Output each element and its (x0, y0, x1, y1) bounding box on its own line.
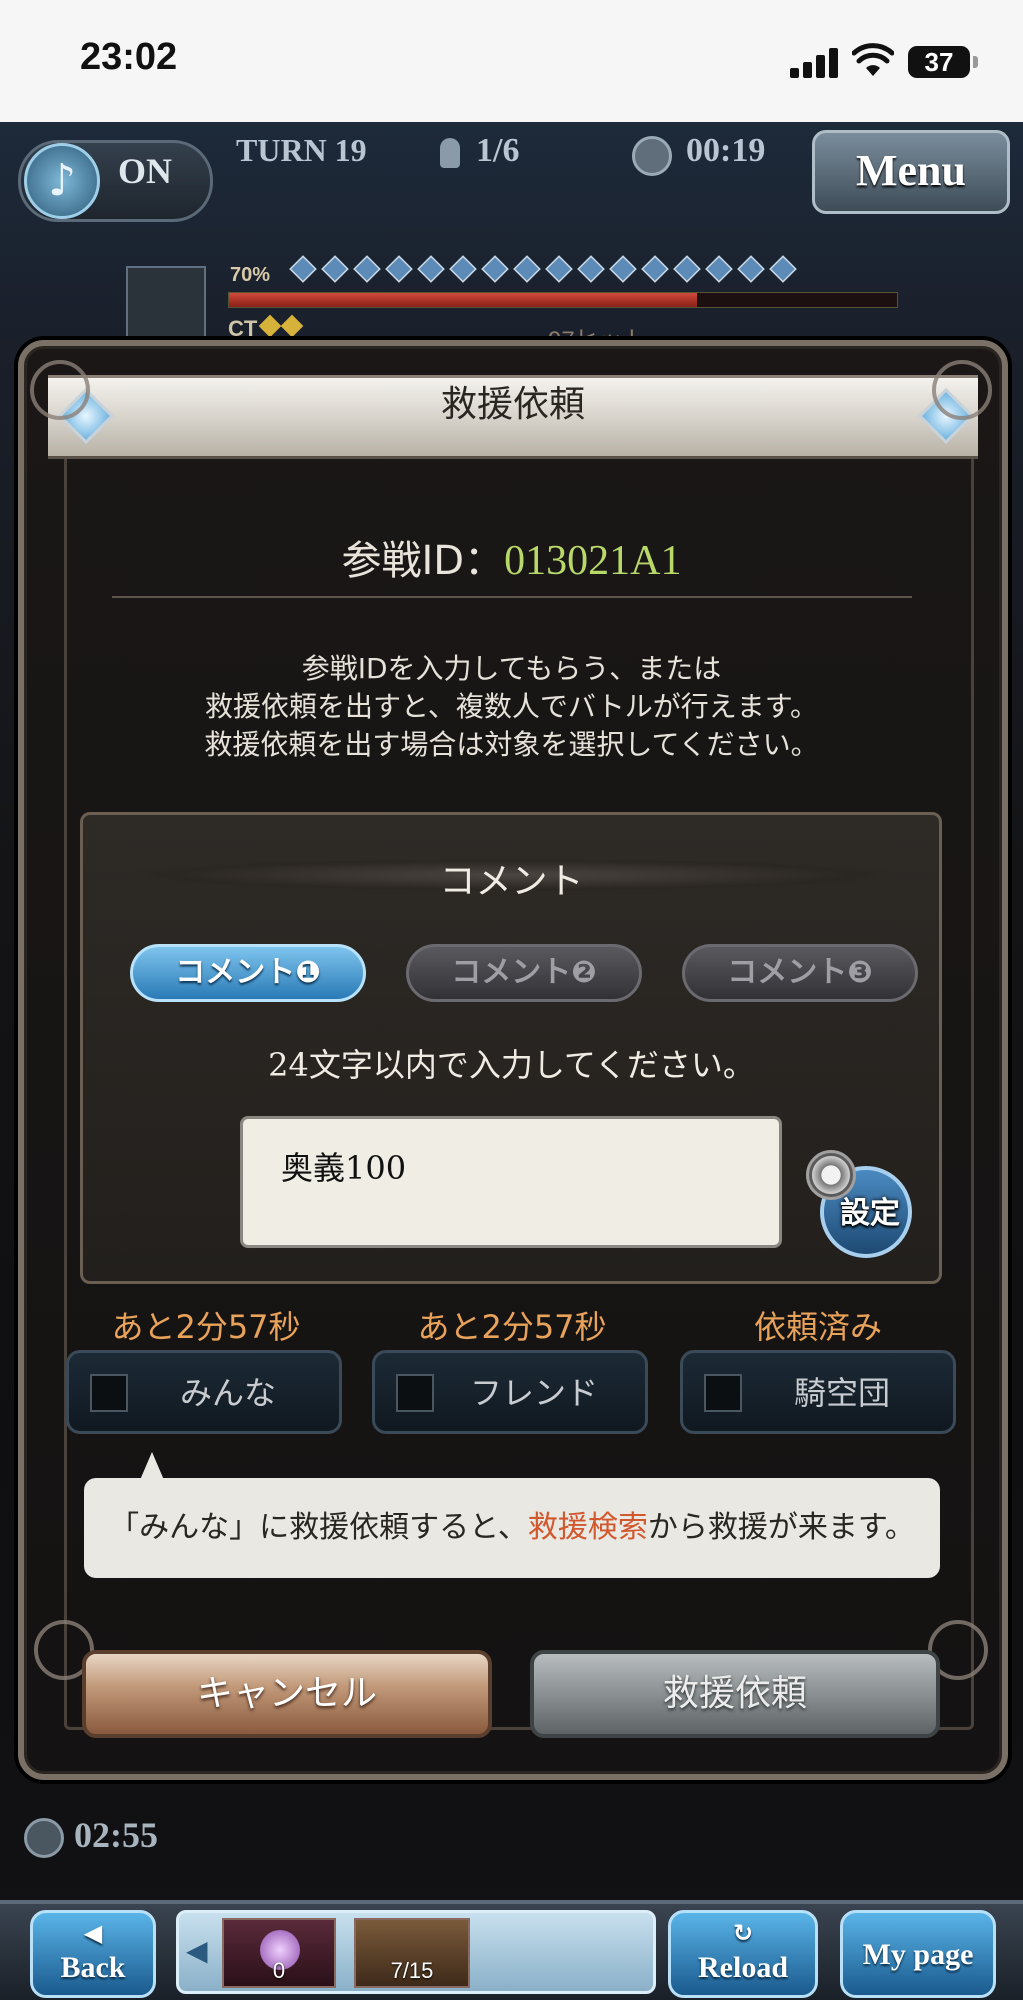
status-effect-icon (545, 255, 573, 283)
target-status-friend: あと2分57秒 (417, 1308, 607, 1346)
target-everyone-checkbox[interactable] (90, 1374, 128, 1412)
party-count: 1/6 (476, 132, 520, 169)
tooltip-text: 「みんな」に救援依頼すると、 (109, 1510, 528, 1545)
battle-timer: 02:55 (74, 1815, 158, 1855)
status-effect-icon (417, 255, 445, 283)
tooltip-text: から救援が来ます。 (647, 1510, 915, 1545)
status-effect-icon (513, 255, 541, 283)
status-effect-icon (641, 255, 669, 283)
status-effect-icon (481, 255, 509, 283)
tab-comment-1[interactable]: コメント❶ (130, 944, 366, 1002)
back-button[interactable]: ◀ Back (30, 1910, 156, 1998)
reload-label: Reload (698, 1951, 788, 1984)
battery-icon: 37 (908, 46, 978, 78)
boss-hp-fill (229, 293, 697, 307)
status-effect-icon (577, 255, 605, 283)
boss-portrait (126, 266, 206, 346)
tray-item-elixir[interactable]: 0 (222, 1918, 336, 1988)
menu-button[interactable]: Menu (812, 130, 1010, 214)
corner-ornament (932, 360, 992, 420)
tray-item-count: 7/15 (390, 1958, 434, 1983)
tray-item-count: 0 (272, 1958, 286, 1983)
signal-icon (790, 48, 838, 78)
ct-gauge (258, 314, 322, 340)
clock-icon (24, 1818, 64, 1858)
tray-item-potion[interactable]: 7/15 (354, 1918, 470, 1988)
target-crew-label: 騎空団 (793, 1374, 890, 1412)
tab-comment-2[interactable]: コメント❷ (406, 944, 642, 1002)
wifi-icon (852, 43, 894, 76)
cancel-button[interactable]: キャンセル (82, 1650, 492, 1738)
music-note-icon: ♪ (24, 143, 100, 219)
target-crew-checkbox[interactable] (704, 1374, 742, 1412)
comment-instruction: 24文字以内で入力してください。 (268, 1046, 755, 1084)
status-effect-icon (321, 255, 349, 283)
description-line: 救援依頼を出すと、複数人でバトルが行えます。 (205, 690, 818, 723)
description-line: 参戦IDを入力してもらう、または (301, 652, 722, 685)
status-effect-icon (769, 255, 797, 283)
tray-left-arrow-icon[interactable]: ◀ (186, 1934, 208, 1967)
ct-label: CT (228, 316, 258, 341)
boss-hp-bar (228, 292, 898, 308)
back-arrow-icon: ◀ (83, 1919, 103, 1947)
tooltip-highlight: 救援検索 (527, 1510, 648, 1545)
rescue-request-button[interactable]: 救援依頼 (530, 1650, 940, 1738)
tooltip: 「みんな」に救援依頼すると、救援検索から救援が来ます。 (84, 1478, 940, 1578)
target-friend-checkbox[interactable] (396, 1374, 434, 1412)
turn-timer: 00:19 (686, 132, 766, 169)
mypage-label: My page (862, 1938, 974, 1971)
mypage-button[interactable]: My page (840, 1910, 996, 1998)
status-effect-icon (737, 255, 765, 283)
status-bar: 23:02 37 (0, 0, 1023, 122)
battle-id-label: 参戦ID： (341, 538, 505, 584)
corner-ornament (30, 360, 90, 420)
status-time: 23:02 (80, 36, 178, 78)
status-effect-icon (385, 255, 413, 283)
battle-id-value[interactable]: 013021A1 (504, 538, 681, 584)
target-everyone-label: みんな (179, 1374, 276, 1412)
status-effect-icon (705, 255, 733, 283)
description-line: 救援依頼を出す場合は対象を選択してください。 (204, 728, 819, 761)
divider (112, 596, 912, 598)
target-status-everyone: あと2分57秒 (111, 1308, 301, 1346)
target-friend-label: フレンド (469, 1374, 598, 1412)
dialog-description: 参戦IDを入力してもらう、または 救援依頼を出すと、複数人でバトルが行えます。 … (0, 650, 1023, 764)
boss-status-effects (289, 255, 900, 284)
tab-comment-3[interactable]: コメント❸ (682, 944, 918, 1002)
music-state: ON (118, 151, 172, 191)
clock-icon (632, 136, 672, 176)
back-label: Back (60, 1951, 126, 1984)
status-effect-icon (449, 255, 477, 283)
turn-counter: TURN 19 (236, 132, 367, 168)
battle-id-row: 参戦ID：013021A1 (0, 528, 1023, 586)
status-effect-icon (353, 255, 381, 283)
status-effect-icon (609, 255, 637, 283)
settings-label: 設定 (840, 1196, 900, 1231)
comment-input[interactable]: 奥義100 (240, 1116, 782, 1248)
target-status-crew: 依頼済み (753, 1308, 882, 1346)
reload-icon: ↻ (732, 1919, 754, 1947)
comment-heading: コメント (439, 861, 584, 902)
status-effect-icon (673, 255, 701, 283)
status-effect-icon (289, 255, 317, 283)
dialog-title: 救援依頼 (440, 384, 585, 425)
tooltip-arrow (140, 1452, 164, 1480)
reload-button[interactable]: ↻ Reload (668, 1910, 818, 1998)
party-icon (440, 138, 460, 168)
boss-hp-percent: 70% (230, 264, 271, 286)
